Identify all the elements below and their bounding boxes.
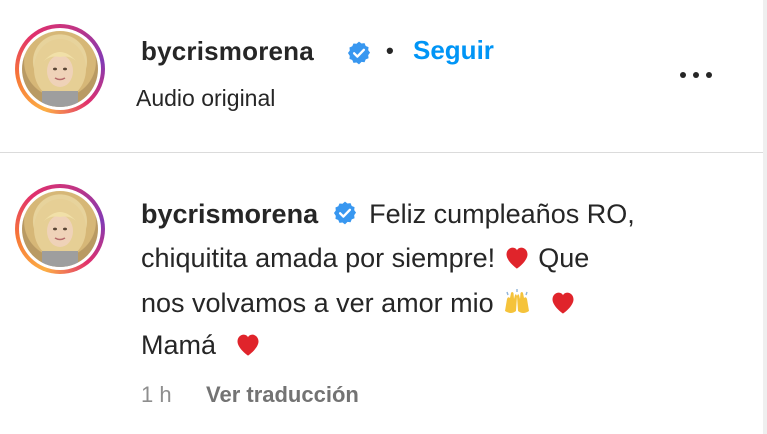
red-heart-emoji-icon	[506, 247, 528, 269]
caption-username[interactable]: bycrismorena	[141, 199, 318, 229]
audio-original-link[interactable]: Audio original	[136, 85, 275, 112]
avatar-photo	[22, 31, 98, 107]
caption-avatar[interactable]	[15, 184, 105, 274]
caption-text-line-1: Feliz cumpleaños RO,	[369, 199, 635, 229]
caption-text-line-3: nos volvamos a ver amor mio	[141, 288, 494, 318]
caption-text-line-2-end: Que	[538, 243, 590, 273]
verified-badge-icon	[347, 41, 371, 65]
story-avatar[interactable]	[15, 24, 105, 114]
red-heart-emoji-icon	[552, 292, 574, 314]
post-username[interactable]: bycrismorena	[141, 36, 314, 67]
more-options-icon[interactable]	[680, 64, 720, 84]
caption-line-4: Mamá	[141, 330, 262, 361]
see-translation-button[interactable]: Ver traducción	[206, 382, 359, 408]
caption-line-1: bycrismorena Feliz cumpleaños RO,	[141, 199, 635, 230]
post-header: bycrismorena • Seguir Audio original	[0, 0, 767, 153]
caption-line-3: nos volvamos a ver amor mio	[141, 287, 577, 319]
caption-line-2: chiquitita amada por siempre! Que	[141, 243, 589, 274]
red-heart-emoji-icon	[237, 334, 259, 356]
caption-timestamp[interactable]: 1 h	[141, 382, 172, 408]
separator-dot: •	[386, 38, 394, 63]
caption-text-line-4: Mamá	[141, 330, 217, 360]
follow-button[interactable]: Seguir	[413, 35, 494, 66]
avatar-photo	[22, 191, 98, 267]
raised-hands-emoji-icon	[505, 289, 530, 313]
verified-badge-icon	[333, 201, 356, 225]
scrollbar-track[interactable]	[763, 0, 767, 434]
caption-text-line-2: chiquitita amada por siempre!	[141, 243, 496, 273]
